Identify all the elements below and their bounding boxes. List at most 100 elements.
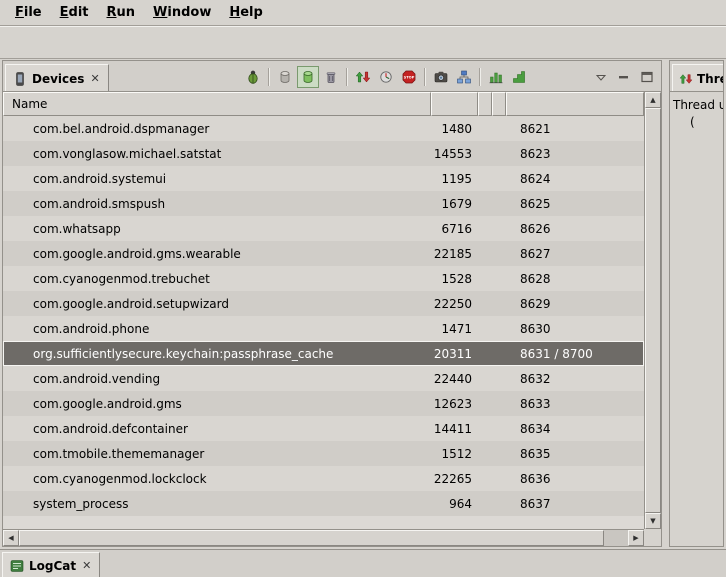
table-row[interactable]: com.android.smspush 1679 8625 — [3, 191, 644, 216]
menu-edit[interactable]: Edit — [51, 2, 98, 23]
table-row[interactable]: com.tmobile.thememanager 1512 8635 — [3, 441, 644, 466]
process-port: 8629 — [506, 297, 644, 311]
scroll-left-icon[interactable]: ◀ — [3, 530, 19, 546]
process-pid: 6716 — [431, 222, 478, 236]
devices-tabbar: Devices ✕ — [3, 61, 661, 92]
stop-process-button[interactable]: STOP — [398, 66, 420, 88]
maximize-button[interactable] — [636, 66, 658, 88]
column-header-empty[interactable] — [492, 92, 506, 116]
scroll-down-icon[interactable]: ▼ — [645, 513, 661, 529]
table-row[interactable]: com.cyanogenmod.lockclock 22265 8636 — [3, 466, 644, 491]
table-row[interactable]: com.google.android.gms 12623 8633 — [3, 391, 644, 416]
bottom-view-strip: LogCat ✕ — [0, 549, 726, 577]
screen-capture-icon — [433, 69, 449, 85]
threads-view: Threads ✕ Thread up ( — [669, 60, 724, 547]
table-row[interactable]: com.cyanogenmod.trebuchet 1528 8628 — [3, 266, 644, 291]
minimize-button[interactable] — [613, 66, 635, 88]
threads-icon — [679, 72, 693, 86]
process-name: com.google.android.gms.wearable — [3, 247, 431, 261]
cause-gc-button[interactable] — [320, 66, 342, 88]
tab-devices-label: Devices — [32, 72, 84, 86]
dump-hprof-button[interactable] — [297, 66, 319, 88]
table-row[interactable]: com.android.phone 1471 8630 — [3, 316, 644, 341]
process-pid: 1480 — [431, 122, 478, 136]
systrace-icon — [488, 69, 504, 85]
close-icon[interactable]: ✕ — [80, 560, 93, 571]
toolbar-separator — [424, 68, 426, 86]
column-header-port[interactable] — [506, 92, 644, 116]
table-row[interactable]: system_process 964 8637 — [3, 491, 644, 516]
process-pid: 1528 — [431, 272, 478, 286]
table-row[interactable]: com.google.android.setupwizard 22250 862… — [3, 291, 644, 316]
toolbar-separator — [479, 68, 481, 86]
stop-process-icon: STOP — [401, 69, 417, 85]
process-pid: 22250 — [431, 297, 478, 311]
process-name: com.bel.android.dspmanager — [3, 122, 431, 136]
horizontal-scrollbar-thumb[interactable] — [19, 530, 604, 546]
svg-text:STOP: STOP — [404, 76, 415, 80]
debug-process-icon — [245, 69, 261, 85]
process-name: com.android.vending — [3, 372, 431, 386]
menu-help[interactable]: Help — [220, 2, 271, 23]
table-row[interactable]: com.bel.android.dspmanager 1480 8621 — [3, 116, 644, 141]
device-icon — [12, 71, 28, 87]
process-name: com.google.android.setupwizard — [3, 297, 431, 311]
vertical-scrollbar-thumb[interactable] — [645, 108, 661, 513]
method-profiling-icon — [378, 69, 394, 85]
threads-tabbar: Threads ✕ — [670, 61, 723, 92]
ddms-window: File Edit Run Window Help Devices ✕ — [0, 0, 726, 577]
process-port: 8631 / 8700 — [506, 347, 644, 361]
tab-logcat[interactable]: LogCat ✕ — [2, 552, 100, 577]
column-header-empty[interactable] — [478, 92, 492, 116]
table-row[interactable]: com.android.vending 22440 8632 — [3, 366, 644, 391]
table-row[interactable]: com.whatsapp 6716 8626 — [3, 216, 644, 241]
update-threads-button[interactable] — [352, 66, 374, 88]
tab-devices[interactable]: Devices ✕ — [5, 64, 109, 92]
update-heap-button[interactable] — [274, 66, 296, 88]
process-name: com.cyanogenmod.trebuchet — [3, 272, 431, 286]
process-name: system_process — [3, 497, 431, 511]
table-row[interactable]: com.google.android.gms.wearable 22185 86… — [3, 241, 644, 266]
panel-sash[interactable] — [662, 60, 669, 547]
menu-window[interactable]: Window — [144, 2, 220, 23]
menu-file[interactable]: File — [6, 2, 51, 23]
systrace-button[interactable] — [485, 66, 507, 88]
horizontal-scrollbar[interactable]: ◀ ▶ — [3, 529, 644, 546]
menu-run[interactable]: Run — [98, 2, 145, 23]
minimize-icon — [616, 69, 632, 85]
menubar: File Edit Run Window Help — [0, 0, 726, 26]
dump-view-hierarchy-button[interactable] — [453, 66, 475, 88]
scrollbar-corner — [644, 529, 661, 546]
process-port: 8623 — [506, 147, 644, 161]
process-port: 8637 — [506, 497, 644, 511]
scroll-right-icon[interactable]: ▶ — [628, 530, 644, 546]
column-header-pid[interactable] — [431, 92, 478, 116]
close-icon[interactable]: ✕ — [88, 73, 101, 84]
screen-capture-button[interactable] — [430, 66, 452, 88]
table-row[interactable]: com.android.systemui 1195 8624 — [3, 166, 644, 191]
table-row[interactable]: com.vonglasow.michael.satstat 14553 8623 — [3, 141, 644, 166]
tab-threads[interactable]: Threads ✕ — [672, 64, 723, 92]
process-pid: 14553 — [431, 147, 478, 161]
process-name: com.vonglasow.michael.satstat — [3, 147, 431, 161]
table-header: Name — [3, 92, 644, 116]
view-menu-icon — [593, 69, 609, 85]
table-row[interactable]: com.android.defcontainer 14411 8634 — [3, 416, 644, 441]
dump-view-hierarchy-icon — [456, 69, 472, 85]
column-header-name[interactable]: Name — [3, 92, 431, 116]
process-port: 8630 — [506, 322, 644, 336]
method-profiling-button[interactable] — [375, 66, 397, 88]
process-port: 8624 — [506, 172, 644, 186]
table-row[interactable]: org.sufficientlysecure.keychain:passphra… — [3, 341, 644, 366]
debug-process-button[interactable] — [242, 66, 264, 88]
vertical-scrollbar[interactable]: ▲ ▼ — [644, 92, 661, 529]
process-port: 8636 — [506, 472, 644, 486]
process-port: 8628 — [506, 272, 644, 286]
view-menu-button[interactable] — [590, 66, 612, 88]
opengl-trace-button[interactable] — [508, 66, 530, 88]
opengl-trace-icon — [511, 69, 527, 85]
process-pid: 20311 — [431, 347, 478, 361]
devices-view: Devices ✕ — [2, 60, 662, 547]
scroll-up-icon[interactable]: ▲ — [645, 92, 661, 108]
process-name: com.android.systemui — [3, 172, 431, 186]
